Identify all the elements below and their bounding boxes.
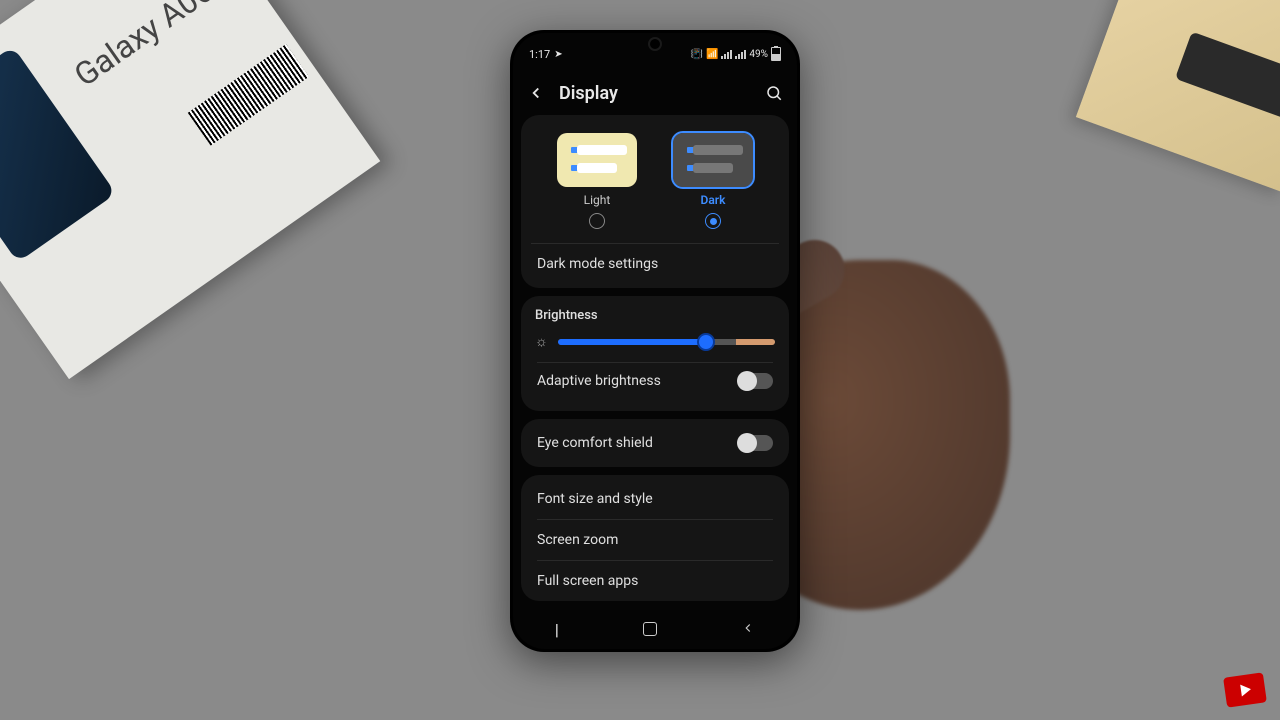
battery-icon xyxy=(771,47,781,61)
brightness-slider[interactable] xyxy=(558,334,775,350)
eye-comfort-card: Eye comfort shield xyxy=(521,419,789,467)
theme-preview-dark xyxy=(673,133,753,187)
theme-option-dark[interactable]: Dark xyxy=(673,133,753,229)
page-title: Display xyxy=(559,83,751,104)
font-size-style-link[interactable]: Font size and style xyxy=(535,479,775,519)
camera-cutout xyxy=(650,39,660,49)
phone-screen: 1:17 ➤ 📳 📶 49% Display xyxy=(513,33,797,649)
battery-percent: 49% xyxy=(749,49,768,60)
sun-icon: ☼ xyxy=(535,333,548,350)
display-list-card: Font size and style Screen zoom Full scr… xyxy=(521,475,789,601)
slider-fill xyxy=(558,339,706,345)
barcode xyxy=(188,44,309,146)
theme-option-light[interactable]: Light xyxy=(557,133,637,229)
nav-back-icon[interactable] xyxy=(741,620,755,639)
youtube-watermark-icon xyxy=(1223,672,1267,707)
eye-comfort-toggle[interactable] xyxy=(739,435,773,451)
search-icon[interactable] xyxy=(765,84,783,102)
vibrate-icon: 📳 xyxy=(691,49,703,60)
theme-preview-light xyxy=(557,133,637,187)
eye-comfort-label: Eye comfort shield xyxy=(537,435,653,451)
adaptive-brightness-row[interactable]: Adaptive brightness xyxy=(535,363,775,399)
status-time: 1:17 xyxy=(529,48,550,61)
screen-zoom-link[interactable]: Screen zoom xyxy=(535,520,775,560)
dark-mode-settings-link[interactable]: Dark mode settings xyxy=(535,244,775,276)
theme-label-dark: Dark xyxy=(701,193,726,207)
wood-prop xyxy=(1076,0,1280,192)
eye-comfort-row[interactable]: Eye comfort shield xyxy=(535,425,775,461)
adaptive-brightness-label: Adaptive brightness xyxy=(537,373,661,389)
nav-home-icon[interactable] xyxy=(643,622,657,636)
signal-icon-2 xyxy=(735,50,746,59)
slider-thumb[interactable] xyxy=(697,333,715,351)
radio-light[interactable] xyxy=(589,213,605,229)
theme-card: Light Dark Dark mode settings xyxy=(521,115,789,288)
brightness-card: Brightness ☼ Adaptive brightness xyxy=(521,296,789,411)
product-box: Galaxy A06 xyxy=(0,0,380,379)
signal-icon xyxy=(721,50,732,59)
location-icon: ➤ xyxy=(554,49,562,60)
back-icon[interactable] xyxy=(527,84,545,102)
theme-label-light: Light xyxy=(584,193,611,207)
radio-dark[interactable] xyxy=(705,213,721,229)
header: Display xyxy=(513,71,797,115)
brightness-label: Brightness xyxy=(535,308,775,323)
nav-bar: ||| xyxy=(513,609,797,649)
settings-content: Light Dark Dark mode settings Br xyxy=(513,115,797,609)
adaptive-brightness-toggle[interactable] xyxy=(739,373,773,389)
full-screen-apps-link[interactable]: Full screen apps xyxy=(535,561,775,601)
phone-frame: 1:17 ➤ 📳 📶 49% Display xyxy=(510,30,800,652)
slider-extra-zone xyxy=(736,339,775,345)
product-box-label: Galaxy A06 xyxy=(67,0,220,94)
wifi-icon: 📶 xyxy=(706,49,718,60)
